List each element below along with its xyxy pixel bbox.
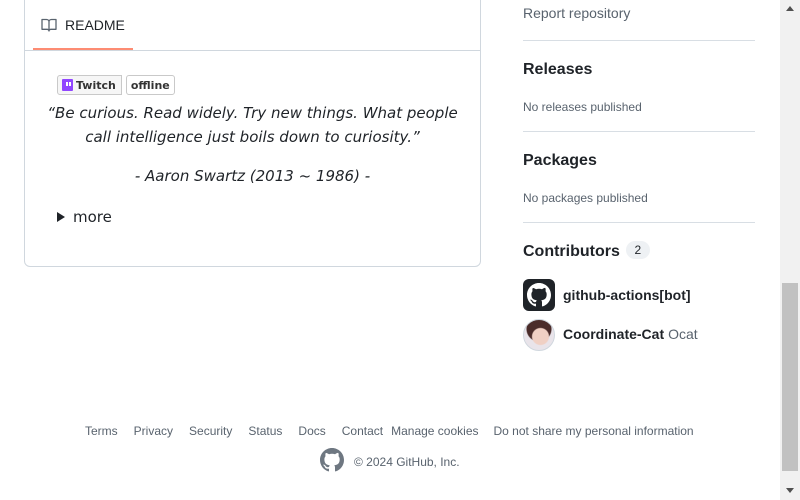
releases-empty: No releases published xyxy=(523,100,642,114)
contributor-name: github-actions[bot] xyxy=(563,287,691,303)
triangle-right-icon xyxy=(57,212,65,222)
footer-link-docs[interactable]: Docs xyxy=(298,424,325,438)
footer-copyright-row: © 2024 GitHub, Inc. xyxy=(320,448,460,475)
releases-heading[interactable]: Releases xyxy=(523,61,592,79)
avatar xyxy=(523,279,555,311)
contributors-heading[interactable]: Contributors 2 xyxy=(523,241,650,261)
contributor-name: Coordinate-Cat xyxy=(563,326,665,342)
footer-link-security[interactable]: Security xyxy=(189,424,232,438)
footer-link-do-not-share[interactable]: Do not share my personal information xyxy=(494,424,694,438)
footer-link-contact[interactable]: Contact xyxy=(342,424,383,438)
divider xyxy=(523,131,755,132)
readme-header: README xyxy=(25,1,480,51)
tab-readme[interactable]: README xyxy=(33,1,133,50)
twitch-status-badge[interactable]: Twitch offline xyxy=(57,75,175,95)
footer-links: Terms Privacy Security Status Docs Conta… xyxy=(85,424,694,438)
packages-heading[interactable]: Packages xyxy=(523,152,597,170)
more-toggle[interactable]: more xyxy=(57,208,112,226)
badge-label-text: Twitch xyxy=(76,78,116,92)
readme-tab-label: README xyxy=(65,16,125,33)
contributor-item[interactable]: github-actions[bot] xyxy=(523,279,691,311)
quote-attribution: - Aaron Swartz (2013 ~ 1986) - xyxy=(134,167,371,185)
contributor-item[interactable]: Coordinate-Cat Ocat xyxy=(523,319,698,351)
footer-link-terms[interactable]: Terms xyxy=(85,424,118,438)
book-icon xyxy=(41,17,57,33)
badge-value: offline xyxy=(125,75,175,95)
github-mark-icon[interactable] xyxy=(320,448,344,475)
readme-card: README Twitch offline “Be curious. Read … xyxy=(24,0,481,267)
footer-link-privacy[interactable]: Privacy xyxy=(134,424,173,438)
scrollbar-thumb[interactable] xyxy=(782,283,798,471)
scroll-up-icon[interactable] xyxy=(786,6,794,11)
github-mark-icon xyxy=(527,283,551,307)
contributor-alias: Ocat xyxy=(668,326,698,342)
divider xyxy=(523,222,755,223)
twitch-icon xyxy=(62,79,73,91)
packages-empty: No packages published xyxy=(523,191,648,205)
contributors-count: 2 xyxy=(625,241,650,259)
copyright-text: © 2024 GitHub, Inc. xyxy=(354,454,460,469)
footer-link-status[interactable]: Status xyxy=(248,424,282,438)
report-repository-link[interactable]: Report repository xyxy=(523,5,630,21)
scroll-down-icon[interactable] xyxy=(786,488,794,493)
divider xyxy=(523,40,755,41)
quote-line-2: call intelligence just boils down to cur… xyxy=(85,128,420,146)
more-label: more xyxy=(73,208,112,226)
quote: “Be curious. Read widely. Try new things… xyxy=(25,101,480,149)
footer-link-manage-cookies[interactable]: Manage cookies xyxy=(391,424,478,438)
avatar xyxy=(523,319,555,351)
badge-label: Twitch xyxy=(57,75,122,95)
vertical-scrollbar[interactable] xyxy=(780,0,800,500)
contributors-title: Contributors xyxy=(523,243,620,260)
quote-line-1: “Be curious. Read widely. Try new things… xyxy=(47,104,458,122)
